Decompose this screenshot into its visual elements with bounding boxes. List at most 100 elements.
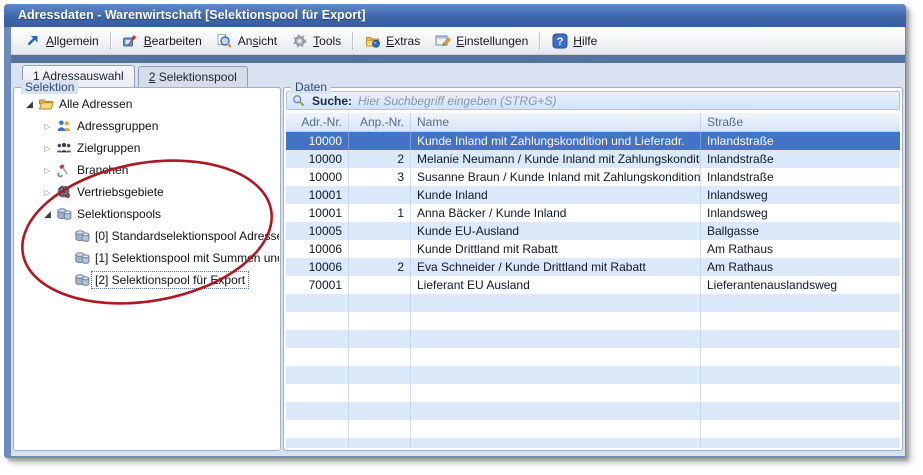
cell-name (411, 402, 701, 420)
cell-adr-nr: 10005 (286, 222, 349, 240)
tree-item-vertriebsgebiete[interactable]: ▷ Vertriebsgebiete (15, 181, 279, 203)
cell-name: Kunde EU-Ausland (411, 222, 701, 240)
cell-strasse: Inlandsweg (701, 186, 900, 204)
cell-adr-nr (286, 312, 349, 330)
menu-item-extras[interactable]: Extras (357, 30, 427, 52)
tree-expand-marker[interactable]: ▷ (41, 188, 54, 197)
tree-expand-marker[interactable]: ▷ (41, 166, 54, 175)
cell-strasse (701, 420, 900, 438)
cell-name: Lieferant EU Ausland (411, 276, 701, 294)
tree-item-branchen[interactable]: ▷ Branchen (15, 159, 279, 181)
menu-item-label: Extras (386, 34, 420, 48)
tree-item-alle-adressen[interactable]: ◢ Alle Adressen (15, 93, 279, 115)
cell-strasse (701, 330, 900, 348)
tree-expand-marker[interactable]: ◢ (41, 209, 54, 220)
column-header-1[interactable]: Anp.-Nr. (349, 113, 411, 131)
search-input[interactable]: Suche: Hier Suchbegriff eingeben (STRG+S… (286, 91, 900, 110)
table-row[interactable]: 10006Kunde Drittland mit RabattAm Rathau… (286, 240, 900, 258)
cell-adr-nr (286, 330, 349, 348)
tree-item-0-standardselektionspool-adressen[interactable]: [0] Standardselektionspool Adressen (15, 225, 279, 247)
cell-adr-nr (286, 366, 349, 384)
table-row[interactable]: 10000Kunde Inland mit Zahlungskondition … (286, 132, 900, 150)
table-row-empty (286, 420, 900, 438)
cell-strasse: Inlandstraße (701, 168, 900, 186)
menu-separator (110, 32, 111, 50)
cell-strasse: Inlandsweg (701, 204, 900, 222)
cell-strasse (701, 402, 900, 420)
tree-expand-marker[interactable]: ▷ (41, 144, 54, 153)
cell-strasse: Am Rathaus (701, 240, 900, 258)
column-header-0[interactable]: Adr.-Nr. (286, 113, 349, 131)
table-row-empty (286, 312, 900, 330)
menu-item-hilfe[interactable]: ?Hilfe (544, 30, 604, 52)
tab-selektionspool[interactable]: 2 Selektionspool (138, 66, 248, 87)
menu-item-ansicht[interactable]: Ansicht (209, 30, 284, 52)
cell-name: Anna Bäcker / Kunde Inland (411, 204, 701, 222)
cell-adr-nr (286, 402, 349, 420)
tree-item-zielgruppen[interactable]: ▷Zielgruppen (15, 137, 279, 159)
cell-anp-nr: 3 (349, 168, 411, 186)
folder-ball-icon (364, 33, 381, 49)
table-row[interactable]: 70001Lieferant EU AuslandLieferantenausl… (286, 276, 900, 294)
content-area: 1 Adressauswahl2 Selektionspool Selektio… (11, 63, 905, 456)
tree-item-label: Vertriebsgebiete (73, 183, 168, 201)
title-bar[interactable]: Adressdaten - Warenwirtschaft [Selektion… (4, 4, 906, 27)
table-row-empty (286, 438, 900, 448)
tree-expand-marker[interactable]: ◢ (23, 99, 36, 110)
menu-item-allgemein[interactable]: Allgemein (17, 30, 106, 52)
cell-adr-nr (286, 420, 349, 438)
cell-adr-nr: 10001 (286, 186, 349, 204)
table-row[interactable]: 100062Eva Schneider / Kunde Drittland mi… (286, 258, 900, 276)
cell-anp-nr (349, 240, 411, 258)
window-title: Adressdaten - Warenwirtschaft [Selektion… (18, 8, 366, 22)
tree-item-label: Branchen (73, 161, 132, 179)
table-body: 10000Kunde Inland mit Zahlungskondition … (286, 132, 900, 448)
table-row[interactable]: 10001Kunde InlandInlandsweg (286, 186, 900, 204)
cell-name: Melanie Neumann / Kunde Inland mit Zahlu… (411, 150, 701, 168)
edit-icon (122, 33, 139, 49)
cell-name (411, 330, 701, 348)
cell-anp-nr (349, 420, 411, 438)
address-table: Adr.-Nr.Anp.-Nr.NameStraße 10000Kunde In… (286, 113, 900, 448)
svg-text:?: ? (556, 36, 563, 48)
tree-item-2-selektionspool-für-export[interactable]: [2] Selektionspool für Export (15, 269, 279, 291)
tree-expand-marker[interactable]: ▷ (41, 122, 54, 131)
cell-adr-nr (286, 294, 349, 312)
tree-item-label: Selektionspools (73, 205, 165, 223)
cell-adr-nr: 10001 (286, 204, 349, 222)
magnifier-icon (216, 33, 233, 49)
tree-item-1-selektionspool-mit-summen-und-grupp[interactable]: [1] Selektionspool mit Summen und Grupp (15, 247, 279, 269)
database-icon (72, 228, 91, 244)
cell-anp-nr (349, 294, 411, 312)
selection-tree: ◢Alle Adressen▷Adressgruppen▷Zielgruppen… (15, 93, 279, 449)
table-row[interactable]: 10005Kunde EU-AuslandBallgasse (286, 222, 900, 240)
cell-anp-nr (349, 330, 411, 348)
column-header-3[interactable]: Straße (701, 113, 900, 131)
database-icon (54, 206, 73, 222)
menu-item-tools[interactable]: Tools (284, 30, 348, 52)
cell-name (411, 294, 701, 312)
folder-open-icon (36, 96, 55, 112)
database-icon (72, 250, 91, 266)
tree-item-label: Alle Adressen (55, 95, 136, 113)
table-row-empty (286, 366, 900, 384)
cell-anp-nr (349, 186, 411, 204)
cell-name: Kunde Inland mit Zahlungskondition und L… (411, 132, 701, 150)
tree-item-adressgruppen[interactable]: ▷ Adressgruppen (15, 115, 279, 137)
table-row[interactable]: 100002Melanie Neumann / Kunde Inland mit… (286, 150, 900, 168)
table-row[interactable]: 100011Anna Bäcker / Kunde InlandInlandsw… (286, 204, 900, 222)
arrow-icon (24, 33, 41, 49)
cell-anp-nr (349, 132, 411, 150)
tree-item-selektionspools[interactable]: ◢ Selektionspools (15, 203, 279, 225)
menu-item-einstellungen[interactable]: Einstellungen (427, 30, 535, 52)
table-row[interactable]: 100003Susanne Braun / Kunde Inland mit Z… (286, 168, 900, 186)
table-row-empty (286, 330, 900, 348)
menu-item-bearbeiten[interactable]: Bearbeiten (115, 30, 209, 52)
cell-strasse (701, 348, 900, 366)
sales-regions-icon (54, 184, 73, 200)
cell-name: Eva Schneider / Kunde Drittland mit Raba… (411, 258, 701, 276)
cell-strasse (701, 366, 900, 384)
table-row-empty (286, 384, 900, 402)
tree-item-label: Adressgruppen (73, 117, 162, 135)
column-header-2[interactable]: Name (411, 113, 701, 131)
